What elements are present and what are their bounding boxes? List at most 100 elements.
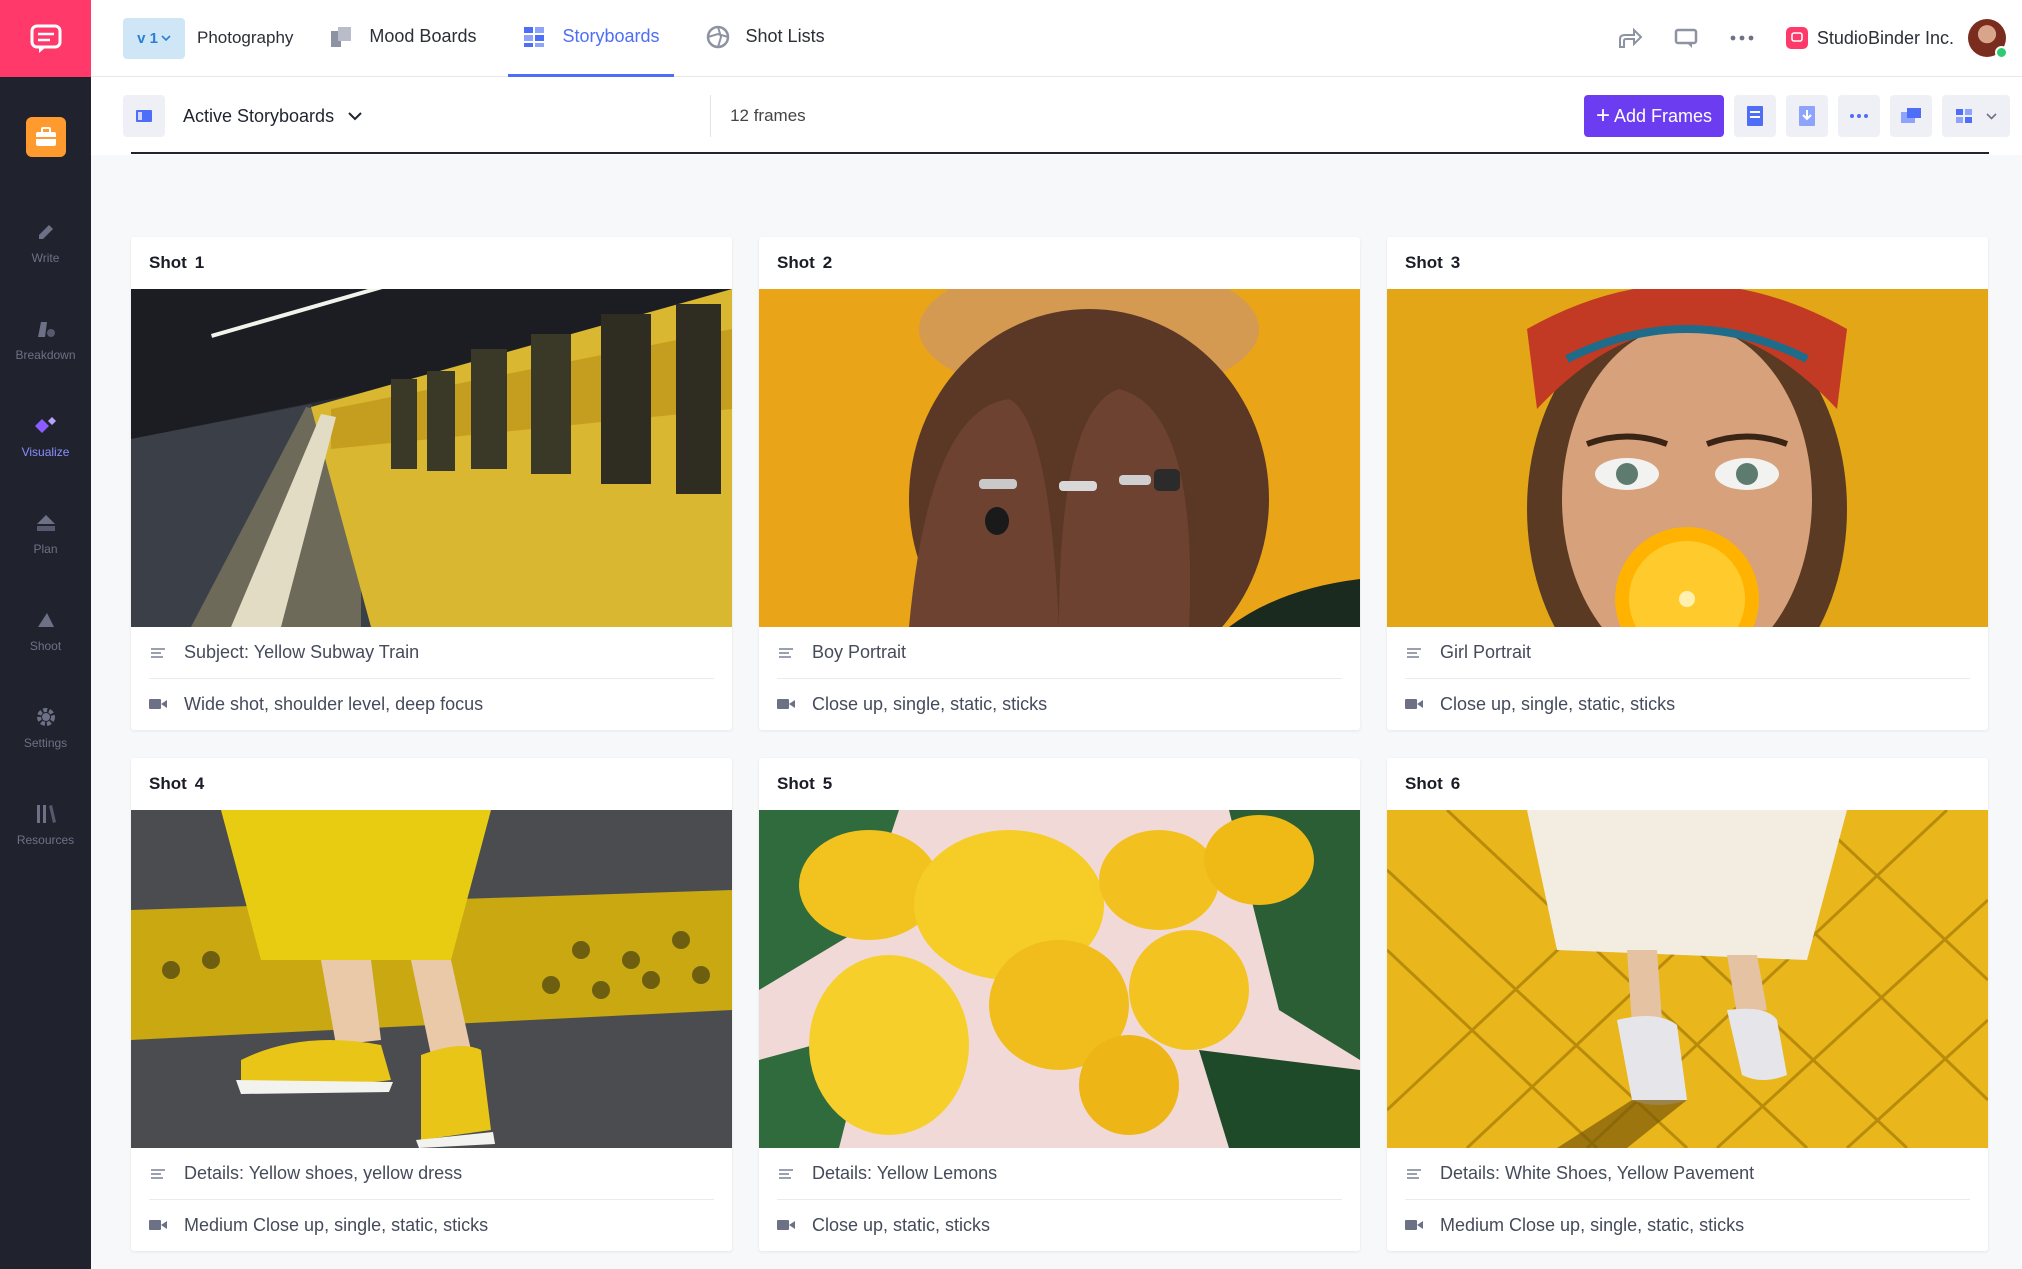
shot-description-text: Girl Portrait (1440, 642, 1532, 662)
version-dropdown[interactable]: v 1 (123, 17, 185, 59)
shot-card[interactable]: Shot 5 Details: Yellow Lemons Close up, … (759, 758, 1360, 1251)
shot-title: Shot 1 (131, 237, 732, 289)
shot-camera[interactable]: Medium Close up, single, static, sticks (149, 1199, 714, 1250)
add-frames-button[interactable]: + Add Frames (1583, 95, 1724, 137)
visualize-icon (33, 413, 59, 439)
shot-title: Shot 2 (759, 237, 1360, 289)
panel-toggle-icon (136, 110, 152, 122)
shot-description-text: Boy Portrait (812, 642, 907, 662)
shot-title: Shot 4 (131, 758, 732, 810)
shot-image-boy-portrait[interactable] (759, 289, 1360, 627)
project-name[interactable]: Photography (197, 28, 293, 48)
comments-icon[interactable] (1668, 20, 1704, 56)
shot-description[interactable]: Details: White Shoes, Yellow Pavement (1405, 1148, 1970, 1199)
shot-description[interactable]: Boy Portrait (777, 627, 1342, 678)
studiobinder-logo[interactable] (0, 0, 91, 77)
shot-label: Shot (149, 774, 187, 793)
tab-mood-boards[interactable]: Mood Boards (315, 0, 490, 77)
left-rail: Write Breakdown Visualize Plan Shoot Set… (0, 0, 91, 1269)
resources-icon (33, 801, 59, 827)
shot-card[interactable]: Shot 6 Details: White Shoes, Yellow Pave… (1387, 758, 1988, 1251)
shot-image-yellow-shoes[interactable] (131, 810, 732, 1148)
breakdown-icon (33, 316, 59, 342)
view-dropdown[interactable]: Active Storyboards (183, 106, 362, 127)
shot-label: Shot (777, 774, 815, 793)
text-lines-icon (777, 644, 795, 662)
more-options-icon[interactable] (1724, 20, 1760, 56)
more-actions-button[interactable] (1838, 95, 1880, 137)
sidebar-item-plan[interactable]: Plan (0, 484, 91, 581)
shot-camera[interactable]: Close up, static, sticks (777, 1199, 1342, 1250)
shot-number: 3 (1450, 253, 1461, 272)
company-logo-icon (1785, 27, 1808, 49)
shot-title: Shot 5 (759, 758, 1360, 810)
add-frames-label: Add Frames (1613, 105, 1712, 126)
share-icon[interactable] (1612, 20, 1648, 56)
present-button[interactable] (1890, 95, 1932, 137)
storyboard-grid: Shot 1 Subject: Yellow Subway Train Wide… (131, 237, 1989, 1251)
chat-logo-icon (30, 24, 61, 53)
video-camera-icon (1405, 695, 1423, 713)
sidebar-item-settings[interactable]: Settings (0, 678, 91, 775)
sidebar-item-breakdown[interactable]: Breakdown (0, 290, 91, 387)
shot-title: Shot 6 (1387, 758, 1988, 810)
storyboards-icon (522, 25, 546, 49)
shot-description-text: Subject: Yellow Subway Train (184, 642, 420, 662)
shot-lists-icon (706, 25, 730, 49)
tab-storyboards[interactable]: Storyboards (508, 0, 674, 77)
shot-description[interactable]: Subject: Yellow Subway Train (149, 627, 714, 678)
sidebar-item-write[interactable]: Write (0, 193, 91, 290)
project-briefcase-button[interactable] (25, 117, 66, 157)
sidebar-toggle-button[interactable] (123, 95, 165, 137)
shoot-icon (33, 607, 59, 633)
video-camera-icon (149, 695, 167, 713)
plus-icon: + (1595, 102, 1610, 129)
shot-camera[interactable]: Medium Close up, single, static, sticks (1405, 1199, 1970, 1250)
video-camera-icon (149, 1216, 167, 1234)
document-icon (1747, 106, 1763, 126)
sidebar-item-resources[interactable]: Resources (0, 775, 91, 872)
more-options-icon (1850, 114, 1868, 118)
shot-card[interactable]: Shot 1 Subject: Yellow Subway Train Wide… (131, 237, 732, 730)
sidebar-item-label: Resources (16, 832, 75, 847)
chevron-down-icon (161, 34, 171, 41)
pen-icon (33, 219, 59, 245)
version-label: v 1 (137, 29, 158, 47)
document-view-button[interactable] (1734, 95, 1776, 137)
slideshow-icon (1901, 108, 1921, 123)
shot-label: Shot (1405, 774, 1443, 793)
text-lines-icon (1405, 644, 1423, 662)
tab-label: Storyboards (562, 26, 660, 46)
company-switcher[interactable]: StudioBinder Inc. (1785, 27, 1954, 49)
layout-dropdown[interactable] (1942, 95, 2010, 137)
shot-description[interactable]: Details: Yellow Lemons (777, 1148, 1342, 1199)
shot-image-lemons[interactable] (759, 810, 1360, 1148)
shot-image-subway-train[interactable] (131, 289, 732, 627)
sidebar-item-label: Visualize (21, 444, 70, 459)
sidebar-item-shoot[interactable]: Shoot (0, 581, 91, 678)
shot-camera-text: Close up, single, static, sticks (812, 693, 1048, 714)
shot-camera-text: Medium Close up, single, static, sticks (184, 1214, 489, 1235)
export-button[interactable] (1786, 95, 1828, 137)
shot-card[interactable]: Shot 2 Boy Portrait Close up, single, st… (759, 237, 1360, 730)
shot-description[interactable]: Details: Yellow shoes, yellow dress (149, 1148, 714, 1199)
shot-description[interactable]: Girl Portrait (1405, 627, 1970, 678)
tab-shot-lists[interactable]: Shot Lists (692, 0, 839, 77)
shot-label: Shot (777, 253, 815, 272)
video-camera-icon (777, 695, 795, 713)
shot-label: Shot (149, 253, 187, 272)
sidebar-item-label: Write (31, 250, 60, 265)
shot-camera[interactable]: Wide shot, shoulder level, deep focus (149, 678, 714, 729)
shot-image-white-shoes[interactable] (1387, 810, 1988, 1148)
sidebar-item-label: Shoot (29, 638, 62, 653)
shot-title: Shot 3 (1387, 237, 1988, 289)
sidebar-item-label: Breakdown (15, 347, 76, 362)
avatar[interactable] (1968, 19, 2008, 59)
shot-camera[interactable]: Close up, single, static, sticks (777, 678, 1342, 729)
sidebar-item-visualize[interactable]: Visualize (0, 387, 91, 484)
shot-camera[interactable]: Close up, single, static, sticks (1405, 678, 1970, 729)
shot-card[interactable]: Shot 3 Girl Portrait Close up, single, s… (1387, 237, 1988, 730)
shot-image-girl-portrait[interactable] (1387, 289, 1988, 627)
shot-card[interactable]: Shot 4 Details: Yellow shoes, yellow dre… (131, 758, 732, 1251)
grid-layout-icon (1955, 109, 1972, 123)
